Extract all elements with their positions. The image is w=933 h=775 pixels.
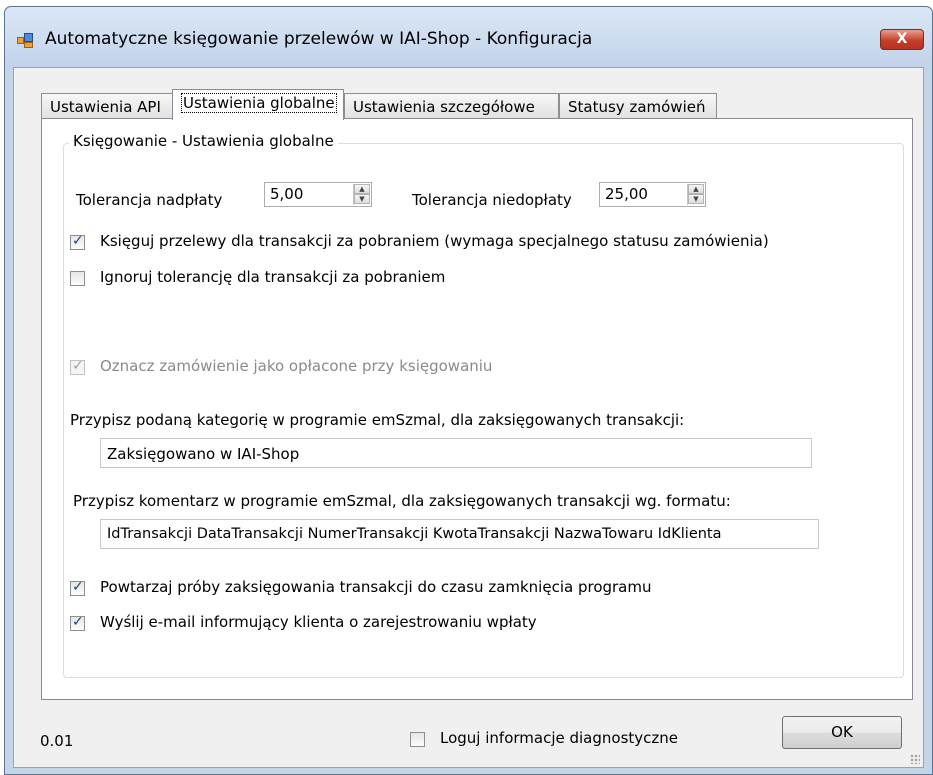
category-value: Zaksięgowano w IAI-Shop bbox=[107, 445, 300, 463]
overpayment-value: 5,00 bbox=[270, 185, 304, 203]
close-icon: X bbox=[896, 31, 908, 47]
ignore-tolerance-checkbox[interactable] bbox=[70, 271, 85, 286]
spin-down-icon[interactable]: ▼ bbox=[354, 194, 370, 204]
title-bar[interactable]: Automatyczne księgowanie przelewów w IAI… bbox=[5, 7, 932, 67]
email-checkbox[interactable]: ✓ bbox=[70, 614, 85, 631]
underpayment-value: 25,00 bbox=[605, 185, 648, 203]
diagnostics-label[interactable]: Loguj informacje diagnostyczne bbox=[440, 729, 678, 747]
comment-input[interactable]: IdTransakcji DataTransakcji NumerTransak… bbox=[100, 519, 819, 549]
checkmark-icon: ✓ bbox=[72, 579, 84, 595]
overpayment-label: Tolerancja nadpłaty bbox=[76, 191, 223, 209]
cod-post-label[interactable]: Księguj przelewy dla transakcji za pobra… bbox=[100, 232, 769, 250]
dialog-body: Ustawienia API Ustawienia globalne Ustaw… bbox=[13, 67, 924, 768]
tab-label: Ustawienia szczegółowe bbox=[353, 98, 535, 116]
checkmark-icon: ✓ bbox=[72, 614, 84, 630]
spin-up-icon[interactable]: ▲ bbox=[688, 184, 704, 194]
mark-paid-checkbox: ✓ bbox=[70, 358, 85, 375]
checkmark-icon: ✓ bbox=[72, 233, 84, 249]
ok-button[interactable]: OK bbox=[782, 716, 902, 749]
tab-order-statuses[interactable]: Statusy zamówień bbox=[559, 93, 717, 119]
email-label[interactable]: Wyślij e-mail informujący klienta o zare… bbox=[100, 613, 537, 631]
underpayment-input[interactable]: 25,00 ▲ ▼ bbox=[599, 182, 706, 207]
tab-label: Ustawienia API bbox=[50, 98, 161, 116]
checkmark-icon: ✓ bbox=[72, 358, 84, 374]
tab-api-settings[interactable]: Ustawienia API bbox=[41, 93, 174, 119]
config-window: Automatyczne księgowanie przelewów w IAI… bbox=[4, 6, 933, 775]
mark-paid-label: Oznacz zamówienie jako opłacone przy ksi… bbox=[100, 357, 493, 375]
spin-up-icon[interactable]: ▲ bbox=[354, 184, 370, 194]
category-input[interactable]: Zaksięgowano w IAI-Shop bbox=[100, 438, 812, 468]
overpayment-spinner[interactable]: ▲ ▼ bbox=[353, 184, 370, 205]
groupbox-title: Księgowanie - Ustawienia globalne bbox=[69, 132, 338, 150]
retry-checkbox[interactable]: ✓ bbox=[70, 579, 85, 596]
retry-label[interactable]: Powtarzaj próby zaksięgowania transakcji… bbox=[100, 578, 652, 596]
underpayment-spinner[interactable]: ▲ ▼ bbox=[687, 184, 704, 205]
tab-label: Statusy zamówień bbox=[568, 98, 706, 116]
spin-down-icon[interactable]: ▼ bbox=[688, 194, 704, 204]
version-label: 0.01 bbox=[40, 732, 74, 750]
close-button[interactable]: X bbox=[880, 29, 924, 50]
tab-global-settings[interactable]: Ustawienia globalne bbox=[172, 89, 344, 120]
cod-post-checkbox[interactable]: ✓ bbox=[70, 233, 85, 250]
comment-label: Przypisz komentarz w programie emSzmal, … bbox=[73, 492, 731, 510]
category-label: Przypisz podaną kategorię w programie em… bbox=[70, 411, 685, 429]
window-title: Automatyczne księgowanie przelewów w IAI… bbox=[45, 29, 593, 49]
tab-detailed-settings[interactable]: Ustawienia szczegółowe bbox=[344, 93, 559, 119]
ignore-tolerance-label[interactable]: Ignoruj tolerancję dla transakcji za pob… bbox=[100, 268, 445, 286]
comment-value: IdTransakcji DataTransakcji NumerTransak… bbox=[107, 526, 722, 542]
resize-grip-icon[interactable] bbox=[910, 754, 920, 764]
tab-label: Ustawienia globalne bbox=[181, 93, 337, 113]
diagnostics-checkbox[interactable] bbox=[410, 732, 425, 747]
global-settings-panel: Księgowanie - Ustawienia globalne Tolera… bbox=[41, 118, 913, 700]
app-icon bbox=[17, 33, 35, 49]
overpayment-input[interactable]: 5,00 ▲ ▼ bbox=[264, 182, 372, 207]
underpayment-label: Tolerancja niedopłaty bbox=[412, 191, 572, 209]
